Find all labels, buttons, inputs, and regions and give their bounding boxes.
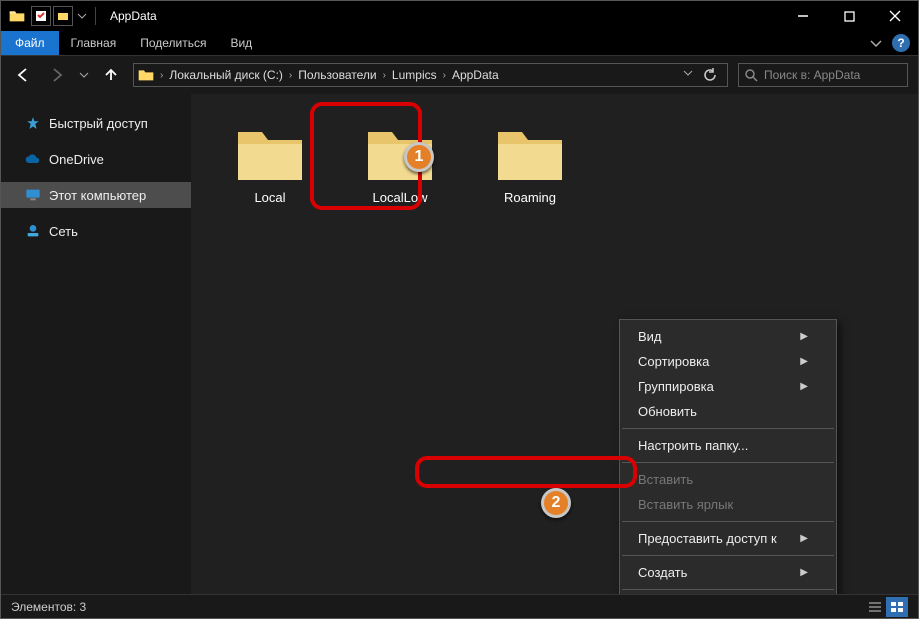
chevron-right-icon: ▶: [800, 381, 808, 392]
maximize-button[interactable]: [826, 1, 872, 31]
ctx-customize[interactable]: Настроить папку...: [620, 433, 836, 458]
forward-button[interactable]: [45, 63, 69, 87]
folder-label: Roaming: [504, 190, 556, 205]
up-button[interactable]: [99, 63, 123, 87]
ctx-sort[interactable]: Сортировка▶: [620, 349, 836, 374]
help-button[interactable]: ?: [892, 34, 910, 52]
view-icons-button[interactable]: [886, 597, 908, 617]
ctx-view[interactable]: Вид▶: [620, 324, 836, 349]
ctx-give-access[interactable]: Предоставить доступ к▶: [620, 526, 836, 551]
refresh-icon[interactable]: [703, 68, 717, 82]
chevron-down-icon[interactable]: [683, 68, 693, 78]
titlebar: AppData: [1, 1, 918, 31]
search-placeholder: Поиск в: AppData: [764, 68, 860, 82]
explorer-window: AppData Файл Главная Поделиться Вид ? › …: [0, 0, 919, 619]
chevron-right-icon: ▶: [800, 356, 808, 367]
chevron-right-icon: ▶: [800, 533, 808, 544]
statusbar: Элементов: 3: [1, 594, 918, 618]
ctx-new[interactable]: Создать▶: [620, 560, 836, 585]
sidebar-item-label: Быстрый доступ: [49, 116, 148, 131]
search-icon: [745, 69, 758, 82]
ctx-paste: Вставить: [620, 467, 836, 492]
qat-dropdown-icon[interactable]: [77, 11, 87, 21]
minimize-button[interactable]: [780, 1, 826, 31]
annotation-badge-2: 2: [541, 488, 571, 518]
sidebar: Быстрый доступ OneDrive Этот компьютер С…: [1, 94, 191, 594]
close-button[interactable]: [872, 1, 918, 31]
window-title: AppData: [110, 9, 157, 23]
sidebar-item-quick-access[interactable]: Быстрый доступ: [1, 110, 191, 136]
folder-icon: [494, 124, 566, 184]
network-icon: [25, 223, 41, 239]
monitor-icon: [25, 187, 41, 203]
breadcrumb-seg[interactable]: Lumpics: [392, 68, 437, 82]
chevron-right-icon: ›: [289, 70, 292, 81]
sidebar-item-network[interactable]: Сеть: [1, 218, 191, 244]
drive-icon: [138, 68, 154, 82]
sidebar-item-label: Сеть: [49, 224, 78, 239]
star-icon: [25, 115, 41, 131]
tab-home[interactable]: Главная: [59, 31, 129, 55]
chevron-right-icon: ›: [443, 70, 446, 81]
chevron-right-icon: ▶: [800, 331, 808, 342]
back-button[interactable]: [11, 63, 35, 87]
search-input[interactable]: Поиск в: AppData: [738, 63, 908, 87]
sidebar-item-onedrive[interactable]: OneDrive: [1, 146, 191, 172]
sidebar-item-label: Этот компьютер: [49, 188, 146, 203]
breadcrumb-seg[interactable]: AppData: [452, 68, 499, 82]
ctx-paste-shortcut: Вставить ярлык: [620, 492, 836, 517]
tab-file[interactable]: Файл: [1, 31, 59, 55]
chevron-down-icon[interactable]: [870, 37, 882, 49]
separator: [622, 462, 834, 463]
sidebar-item-this-pc[interactable]: Этот компьютер: [1, 182, 191, 208]
folder-icon: [234, 124, 306, 184]
qat-new-folder[interactable]: [53, 6, 73, 26]
separator: [622, 521, 834, 522]
breadcrumb-seg[interactable]: Пользователи: [298, 68, 376, 82]
folder-icon: [364, 124, 436, 184]
view-details-button[interactable]: [864, 597, 886, 617]
folder-roaming[interactable]: Roaming: [475, 124, 585, 205]
ctx-refresh[interactable]: Обновить: [620, 399, 836, 424]
cloud-icon: [25, 151, 41, 167]
qat-properties[interactable]: [31, 6, 51, 26]
folder-locallow[interactable]: LocalLow: [345, 124, 455, 205]
folder-label: Local: [254, 190, 285, 205]
ribbon-tabs: Файл Главная Поделиться Вид ?: [1, 31, 918, 56]
chevron-right-icon: ›: [160, 70, 163, 81]
separator: [622, 589, 834, 590]
chevron-right-icon: ▶: [800, 567, 808, 578]
app-icon: [9, 9, 25, 23]
tab-view[interactable]: Вид: [218, 31, 264, 55]
tab-share[interactable]: Поделиться: [128, 31, 218, 55]
titlebar-icons: [9, 6, 87, 26]
item-count: Элементов: 3: [11, 600, 86, 614]
chevron-right-icon: ›: [383, 70, 386, 81]
breadcrumb-seg[interactable]: Локальный диск (C:): [169, 68, 283, 82]
folder-local[interactable]: Local: [215, 124, 325, 205]
separator: [622, 428, 834, 429]
folder-label: LocalLow: [373, 190, 428, 205]
annotation-box-2: [415, 456, 637, 488]
addressbar: › Локальный диск (C:) › Пользователи › L…: [1, 56, 918, 94]
breadcrumb[interactable]: › Локальный диск (C:) › Пользователи › L…: [133, 63, 728, 87]
context-menu: Вид▶ Сортировка▶ Группировка▶ Обновить Н…: [619, 319, 837, 619]
sidebar-item-label: OneDrive: [49, 152, 104, 167]
separator: [622, 555, 834, 556]
ctx-group[interactable]: Группировка▶: [620, 374, 836, 399]
content-area[interactable]: Local LocalLow Roaming Вид▶ Сортировка▶ …: [191, 94, 918, 594]
history-dropdown-icon[interactable]: [79, 70, 89, 80]
